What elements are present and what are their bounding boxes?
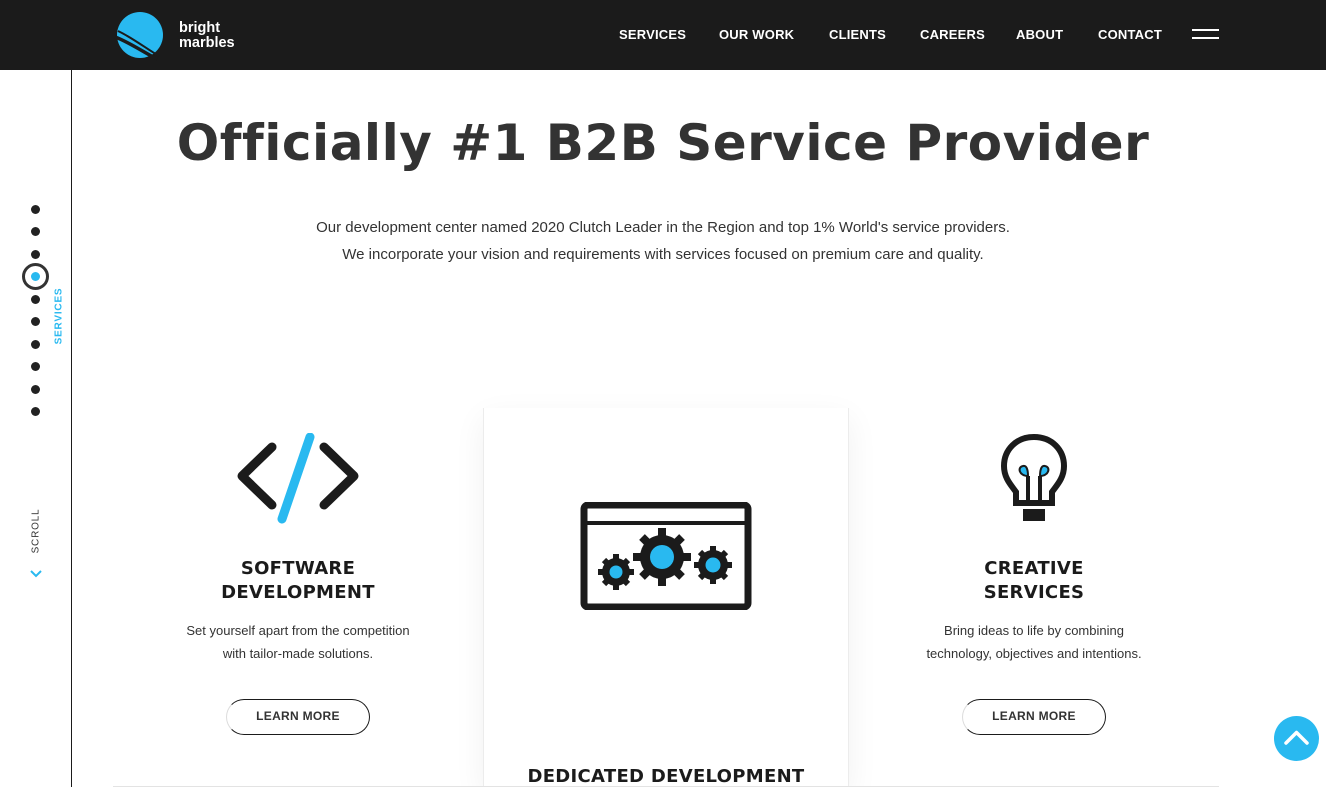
hero-subtitle-line-2: We incorporate your vision and requireme… <box>342 246 984 263</box>
service-title-line: SOFTWARE <box>240 558 356 579</box>
service-title-creative: CREATIVE SERVICES <box>849 557 1219 605</box>
brand-logo[interactable]: bright marbles <box>113 11 253 61</box>
learn-more-button-software[interactable]: LEARN MORE <box>226 699 370 735</box>
brand-name: bright marbles <box>179 21 235 51</box>
code-icon <box>237 433 359 524</box>
service-title-software: SOFTWARE DEVELOPMENT <box>113 557 483 605</box>
service-title-line: DEVELOPMENT <box>221 582 375 603</box>
nav-services[interactable]: SERVICES <box>619 27 686 42</box>
section-dot[interactable] <box>31 362 40 371</box>
page-title: Officially #1 B2B Service Provider <box>176 114 1150 172</box>
nav-about[interactable]: ABOUT <box>1016 27 1063 42</box>
brand-line-1: bright <box>179 20 221 36</box>
back-to-top-button[interactable] <box>1274 716 1319 761</box>
site-header: bright marbles SERVICES OUR WORK CLIENTS… <box>0 0 1326 70</box>
learn-more-button-creative[interactable]: LEARN MORE <box>962 699 1106 735</box>
section-dot[interactable] <box>31 295 40 304</box>
scroll-label: SCROLL <box>30 508 42 554</box>
service-text-creative: Bring ideas to life by combining technol… <box>849 619 1219 665</box>
service-title-line: CREATIVE <box>984 558 1084 579</box>
service-text-software: Set yourself apart from the competition … <box>113 619 483 665</box>
service-text-line: Bring ideas to life by combining <box>944 623 1124 638</box>
marble-logo-icon <box>114 12 163 61</box>
chevron-up-icon <box>1284 730 1309 745</box>
section-dot[interactable] <box>31 205 40 214</box>
section-dot-active[interactable] <box>22 263 49 290</box>
nav-our-work[interactable]: OUR WORK <box>719 27 794 42</box>
hamburger-icon[interactable] <box>1192 27 1219 41</box>
chevron-down-icon[interactable] <box>29 567 43 581</box>
service-text-line: Set yourself apart from the competition <box>186 623 410 638</box>
section-dot[interactable] <box>31 407 40 416</box>
section-dot[interactable] <box>31 317 40 326</box>
brand-line-2: marbles <box>179 35 235 51</box>
hero-subtitle-line-1: Our development center named 2020 Clutch… <box>316 219 1010 236</box>
service-text-line: with tailor-made solutions. <box>222 646 374 661</box>
section-dot[interactable] <box>31 385 40 394</box>
service-title-dedicated: DEDICATED DEVELOPMENT <box>527 766 805 787</box>
nav-clients[interactable]: CLIENTS <box>829 27 886 42</box>
lightbulb-icon <box>1000 433 1068 521</box>
section-dot[interactable] <box>31 340 40 349</box>
nav-contact[interactable]: CONTACT <box>1098 27 1162 42</box>
service-text-line: technology, objectives and intentions. <box>926 646 1142 661</box>
service-title-line: SERVICES <box>983 582 1085 603</box>
current-section-label: SERVICES <box>53 287 65 345</box>
nav-careers[interactable]: CAREERS <box>920 27 985 42</box>
gears-window-icon <box>580 502 752 610</box>
